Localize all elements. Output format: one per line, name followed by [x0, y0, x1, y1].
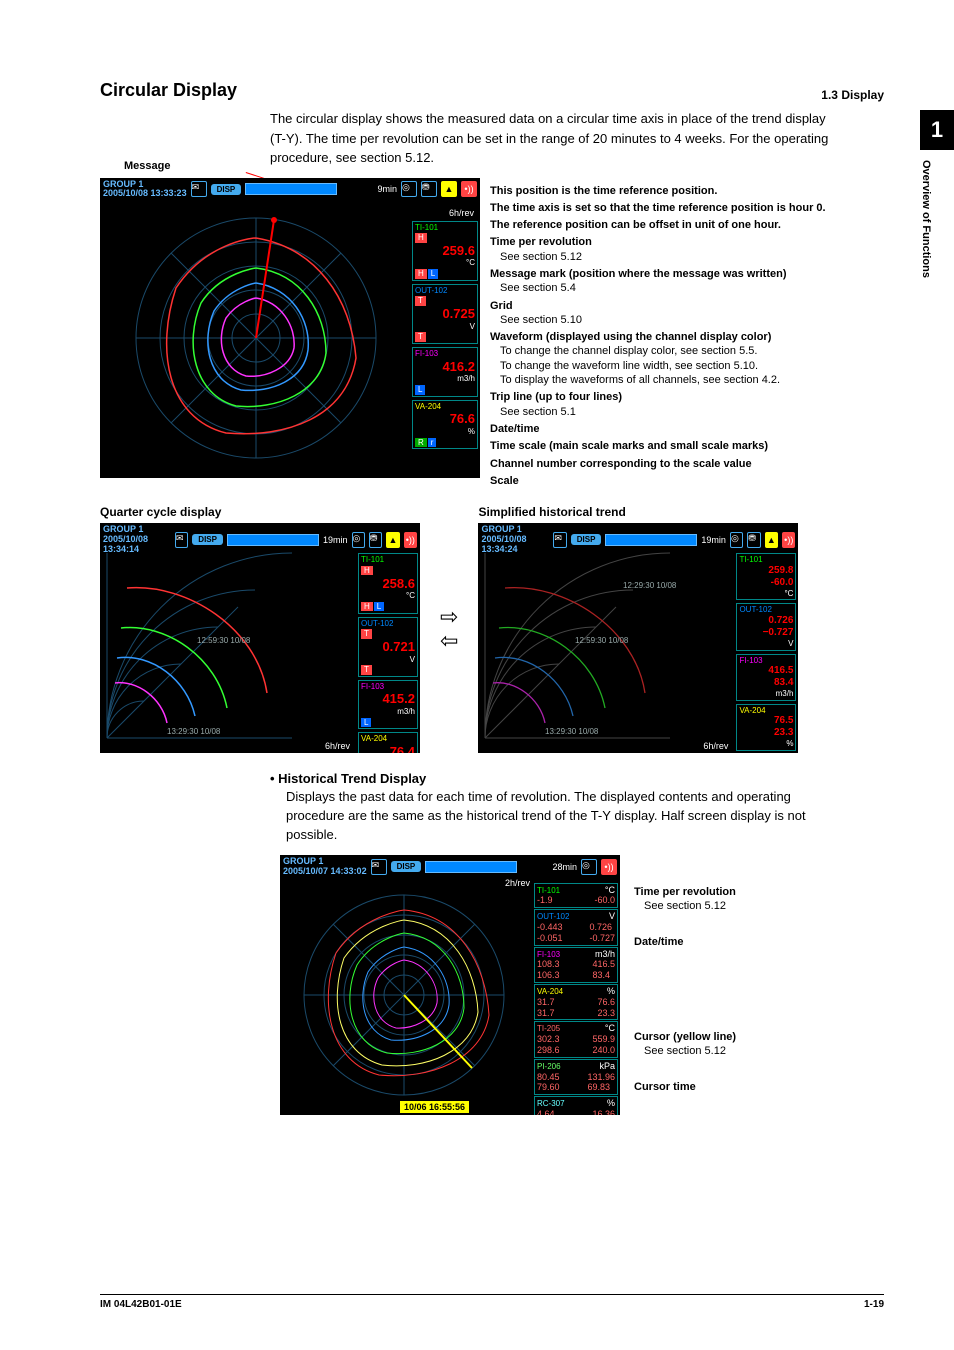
record-icon[interactable]: ◎ — [401, 181, 417, 197]
historical-heading: • Historical Trend Display — [270, 771, 894, 786]
progress-bar — [425, 861, 517, 873]
alarm-icon[interactable]: ▲ — [441, 181, 457, 197]
hist-ch-3: FI-103 m3/h108.3 106.3416.5 83.4 — [534, 947, 618, 983]
progress-bar — [605, 534, 697, 546]
chapter-label: Overview of Functions — [920, 150, 940, 320]
historical-polar — [284, 885, 524, 1105]
progress-bar — [245, 183, 337, 195]
alarm-icon[interactable]: ▲ — [386, 532, 399, 548]
rev-label: 6h/rev — [412, 208, 478, 218]
alarm-icon[interactable]: ▲ — [765, 532, 778, 548]
speaker-icon[interactable]: •)) — [782, 532, 795, 548]
record-icon[interactable]: ◎ — [352, 532, 365, 548]
record-icon[interactable]: ◎ — [730, 532, 743, 548]
record-icon[interactable]: ◎ — [581, 859, 597, 875]
quarter-polar: 12:59:30 10/08 13:29:30 10/08 — [102, 548, 352, 743]
simplified-polar: 12:29:30 10/08 12:59:30 10/08 13:29:30 1… — [480, 548, 730, 743]
hist-ch-4: VA-204 %31.7 31.776.6 23.3 — [534, 984, 618, 1020]
media-icon[interactable]: ⛃ — [369, 532, 382, 548]
historical-annotations: Time per revolutionSee section 5.12 Date… — [634, 885, 736, 1117]
annotation-column: This position is the time reference posi… — [490, 184, 826, 492]
circular-display-screenshot: GROUP 1 2005/10/08 13:33:23 ✉ DISP 9min … — [100, 178, 480, 478]
channel-box-1: TI-101 H 259.6 °C HL — [412, 221, 478, 281]
mail-icon[interactable]: ✉ — [553, 532, 566, 548]
channel-box-4: VA-204 76.6 % Rr — [412, 400, 478, 450]
screen-datetime: 2005/10/08 13:33:23 — [103, 188, 187, 198]
quarter-title: Quarter cycle display — [100, 505, 420, 519]
simplified-screenshot: GROUP 12005/10/08 13:34:24 ✉ DISP 19min … — [478, 523, 798, 753]
intro-paragraph: The circular display shows the measured … — [270, 109, 830, 168]
mail-icon[interactable]: ✉ — [175, 532, 188, 548]
svg-text:12:29:30 10/08: 12:29:30 10/08 — [623, 581, 677, 590]
hist-ch-5: TI-205 °C302.3 298.6559.9 240.0 — [534, 1021, 618, 1057]
mail-icon[interactable]: ✉ — [371, 859, 387, 875]
simplified-title: Simplified historical trend — [478, 505, 798, 519]
hist-ch-6: PI-206 kPa80.45 79.60131.96 69.83 — [534, 1059, 618, 1095]
speaker-icon[interactable]: •)) — [404, 532, 417, 548]
speaker-icon[interactable]: •)) — [461, 181, 477, 197]
polar-chart — [106, 208, 406, 468]
svg-text:12:59:30 10/08: 12:59:30 10/08 — [197, 636, 251, 645]
breadcrumb: 1.3 Display — [821, 88, 884, 102]
media-icon[interactable]: ⛃ — [421, 181, 437, 197]
svg-text:12:59:30 10/08: 12:59:30 10/08 — [575, 636, 629, 645]
historical-body: Displays the past data for each time of … — [286, 788, 826, 845]
disp-button[interactable]: DISP — [211, 184, 242, 195]
hist-ch-2: OUT-102 V-0.443 -0.0510.726 -0.727 — [534, 909, 618, 945]
svg-text:13:29:30 10/08: 13:29:30 10/08 — [167, 727, 221, 736]
page-title: Circular Display — [100, 80, 894, 101]
media-icon[interactable]: ⛃ — [747, 532, 760, 548]
disp-button[interactable]: DISP — [391, 861, 422, 872]
channel-box-3: FI-103 416.2 m3/h L — [412, 347, 478, 397]
speaker-icon[interactable]: •)) — [601, 859, 617, 875]
quarter-screenshot: GROUP 12005/10/08 13:34:14 ✉ DISP 19min … — [100, 523, 420, 753]
chapter-tab: 1 Overview of Functions — [920, 110, 954, 320]
screen-header: GROUP 1 2005/10/08 13:33:23 ✉ DISP 9min … — [100, 178, 480, 202]
cursor-time: 10/06 16:55:56 — [400, 1101, 469, 1113]
svg-text:13:29:30 10/08: 13:29:30 10/08 — [545, 727, 599, 736]
hist-ch-1: TI-101 °C-1.9-60.0 — [534, 883, 618, 909]
channel-box-2: OUT-102 T 0.725 V T — [412, 284, 478, 344]
message-label: Message — [124, 160, 170, 172]
historical-screenshot: GROUP 12005/10/07 14:33:02 ✉ DISP 28min … — [280, 855, 620, 1115]
group-name: GROUP 1 — [103, 179, 143, 189]
hist-ch-7: RC-307 %4.64 4.4716.36 1.81 — [534, 1096, 618, 1114]
disp-button[interactable]: DISP — [571, 534, 602, 545]
disp-button[interactable]: DISP — [192, 534, 223, 545]
double-arrow-icon: ⇨⇦ — [440, 606, 458, 652]
channel-panel: 6h/rev TI-101 H 259.6 °C HL OUT-102 T 0.… — [412, 208, 478, 450]
doc-id: IM 04L42B01-01E — [100, 1299, 182, 1310]
elapsed-time: 9min — [377, 184, 397, 194]
page-number: 1-19 — [864, 1299, 884, 1310]
progress-bar — [227, 534, 319, 546]
mail-icon[interactable]: ✉ — [191, 181, 207, 197]
page-footer: IM 04L42B01-01E 1-19 — [100, 1294, 884, 1310]
chapter-number: 1 — [920, 110, 954, 150]
